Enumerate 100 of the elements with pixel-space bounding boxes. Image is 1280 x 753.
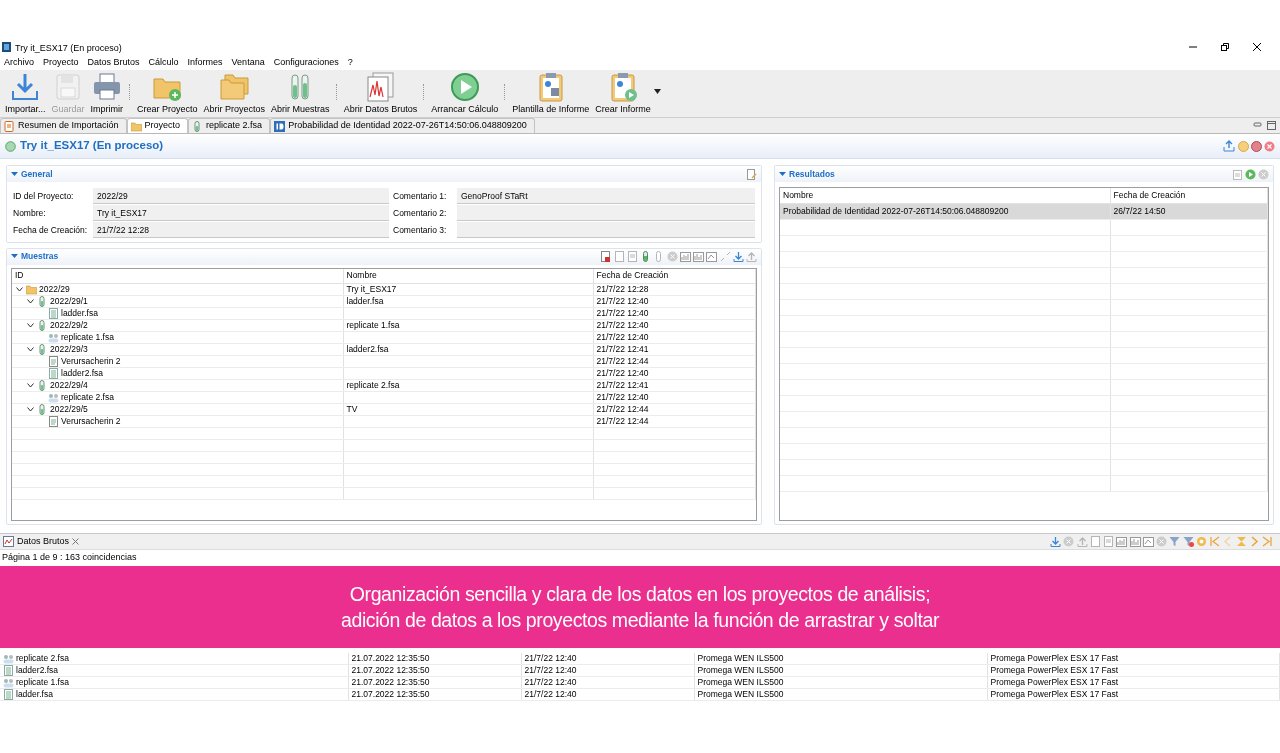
- tree-item[interactable]: 2022/29/4: [50, 380, 88, 391]
- section-title[interactable]: General: [21, 167, 53, 181]
- chevron-icon[interactable]: [27, 323, 34, 328]
- cancel-icon[interactable]: [1258, 168, 1269, 180]
- table-cell: 21/7/22 12:40: [524, 689, 577, 700]
- circle-icon[interactable]: [1237, 140, 1249, 152]
- input-field[interactable]: Try it_ESX17: [93, 205, 389, 221]
- minimize-icon[interactable]: [1253, 121, 1262, 129]
- play-icon[interactable]: [1244, 168, 1256, 180]
- document-icon[interactable]: [600, 251, 612, 262]
- clipboard-icon[interactable]: [1231, 168, 1243, 180]
- edit-document-icon[interactable]: [746, 168, 757, 180]
- toolbar-button[interactable]: Imprimir: [87, 71, 127, 114]
- chart-icon[interactable]: [693, 251, 704, 262]
- tree-item[interactable]: 2022/29/5: [50, 404, 88, 415]
- chevron-icon[interactable]: [27, 383, 34, 388]
- first-page-icon[interactable]: [1209, 536, 1220, 547]
- column-header[interactable]: Nombre: [346, 270, 377, 281]
- toolbar-button[interactable]: Importar...: [2, 71, 49, 114]
- menu-item[interactable]: Cálculo: [148, 56, 179, 70]
- input-field[interactable]: [457, 205, 755, 221]
- section-title[interactable]: Resultados: [789, 167, 835, 181]
- upload-icon[interactable]: [1076, 536, 1088, 547]
- table-cell: 26/7/22 14:50: [1113, 205, 1166, 216]
- document-icon: [48, 416, 59, 427]
- chart-icon[interactable]: [1129, 536, 1141, 547]
- chart-icon[interactable]: [706, 251, 718, 262]
- chart-icon[interactable]: [679, 251, 691, 262]
- input-field[interactable]: 21/7/22 12:28: [93, 222, 389, 238]
- file-name[interactable]: replicate 1.fsa: [16, 677, 69, 688]
- chart-icon[interactable]: [1116, 536, 1128, 547]
- toolbar-button[interactable]: Crear Informe: [592, 71, 654, 114]
- column-header[interactable]: Nombre: [783, 189, 814, 200]
- filter-clear-icon[interactable]: [1182, 536, 1194, 547]
- filter-icon[interactable]: [1169, 536, 1181, 547]
- menu-item[interactable]: Informes: [187, 56, 223, 70]
- menu-item[interactable]: ?: [347, 56, 353, 70]
- tree-item[interactable]: replicate 2.fsa: [61, 392, 114, 403]
- upload-icon[interactable]: [1223, 140, 1236, 152]
- download-icon[interactable]: [732, 251, 744, 262]
- menu-item[interactable]: Datos Brutos: [87, 56, 140, 70]
- menu-item[interactable]: Archivo: [4, 56, 34, 70]
- maximize-icon[interactable]: [1266, 121, 1276, 130]
- table-cell: 21/7/22 12:40: [524, 652, 577, 664]
- collapse-caret-icon[interactable]: [11, 171, 18, 177]
- tree-item[interactable]: 2022/29/1: [50, 296, 88, 307]
- menu-item[interactable]: Proyecto: [43, 56, 79, 70]
- hourglass-icon[interactable]: [1235, 536, 1247, 547]
- tab[interactable]: Resumen de Importación: [0, 118, 127, 133]
- cancel-icon[interactable]: [1156, 536, 1167, 547]
- section-title[interactable]: Muestras: [21, 250, 59, 263]
- chevron-icon[interactable]: [27, 299, 34, 304]
- restore-icon[interactable]: [1220, 42, 1230, 52]
- circle-icon[interactable]: [1250, 140, 1262, 152]
- tree-item[interactable]: 2022/29/2: [50, 320, 88, 331]
- tab[interactable]: Probabilidad de Identidad 2022-07-26T14:50:06.048809200: [270, 118, 535, 133]
- column-header[interactable]: Fecha de Creación: [1113, 189, 1186, 200]
- chevron-icon[interactable]: [27, 347, 34, 352]
- panel-tab[interactable]: Datos Brutos: [17, 534, 70, 549]
- toolbar-button[interactable]: Arrancar Cálculo: [428, 71, 502, 114]
- file-name[interactable]: ladder.fsa: [16, 689, 53, 700]
- file-name[interactable]: ladder2.fsa: [16, 665, 59, 676]
- tree-item[interactable]: 2022/29: [39, 284, 70, 295]
- tree-item[interactable]: ladder.fsa: [61, 308, 98, 319]
- tree-item[interactable]: replicate 1.fsa: [61, 332, 114, 343]
- tree-item[interactable]: ladder2.fsa: [61, 368, 104, 379]
- table-cell: 21/7/22 12:40: [596, 308, 649, 318]
- column-header[interactable]: ID: [15, 270, 24, 281]
- last-page-icon[interactable]: [1262, 536, 1273, 547]
- column-header[interactable]: Fecha de Creación: [596, 270, 669, 281]
- cancel-icon[interactable]: [666, 251, 678, 262]
- collapse-caret-icon[interactable]: [779, 171, 786, 177]
- input-field[interactable]: GenoProof STaRt: [457, 188, 755, 204]
- tab[interactable]: Proyecto: [126, 118, 189, 133]
- menu-item[interactable]: Configuraciones: [273, 56, 339, 70]
- input-field[interactable]: 2022/29: [93, 188, 389, 204]
- chart-icon[interactable]: [1142, 536, 1154, 547]
- tab[interactable]: replicate 2.fsa: [188, 118, 271, 133]
- dropdown-caret-icon[interactable]: [653, 89, 661, 94]
- file-name[interactable]: replicate 2.fsa: [16, 652, 69, 664]
- chevron-icon[interactable]: [27, 407, 34, 412]
- close-icon[interactable]: [1252, 42, 1262, 52]
- menu-item[interactable]: Ventana: [231, 56, 265, 70]
- toolbar-button[interactable]: Crear Proyecto: [134, 71, 201, 114]
- toolbar-button[interactable]: Abrir Proyectos: [200, 71, 269, 114]
- chevron-icon[interactable]: [16, 287, 23, 292]
- input-field[interactable]: [457, 222, 755, 238]
- field-label: Comentario 1:: [393, 190, 448, 203]
- test-tube-icon[interactable]: [640, 251, 651, 262]
- toolbar-button[interactable]: Plantilla de Informe: [509, 71, 593, 114]
- download-icon[interactable]: [1050, 536, 1061, 547]
- table-cell: 21/7/22 12:44: [596, 356, 649, 366]
- tree-item[interactable]: Verursacherin 2: [61, 416, 121, 427]
- cancel-icon[interactable]: [1063, 536, 1075, 547]
- tree-item[interactable]: Verursacherin 2: [61, 356, 121, 367]
- toolbar-button[interactable]: Abrir Muestras: [268, 71, 333, 114]
- collapse-caret-icon[interactable]: [11, 254, 18, 259]
- toolbar-button[interactable]: Abrir Datos Brutos: [340, 71, 421, 114]
- tree-item[interactable]: 2022/29/3: [50, 344, 88, 355]
- upload-icon[interactable]: [746, 251, 757, 262]
